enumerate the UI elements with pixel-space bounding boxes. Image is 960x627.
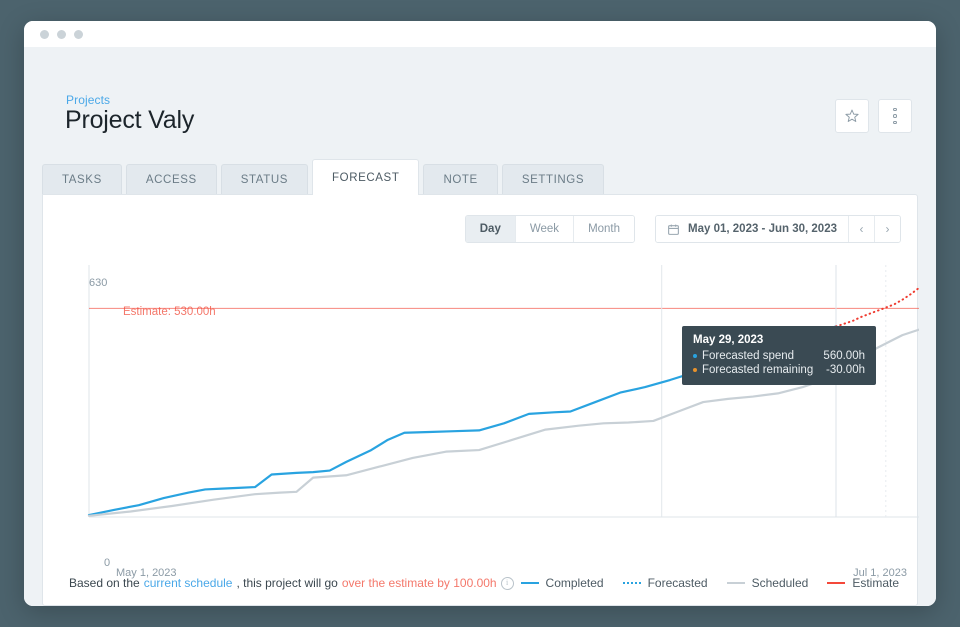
legend-label-forecasted: Forecasted <box>647 576 708 590</box>
note-prefix: Based on the <box>69 576 140 590</box>
info-icon[interactable]: i <box>500 576 514 590</box>
legend-label-scheduled: Scheduled <box>751 576 809 590</box>
series-forecasted <box>835 286 919 328</box>
date-range-picker: May 01, 2023 - Jun 30, 2023 ‹ › <box>655 215 901 243</box>
granularity-week[interactable]: Week <box>515 216 575 242</box>
app-window: Projects Project Valy TASKS ACCESS STATU… <box>24 21 936 606</box>
legend-swatch-scheduled <box>726 582 745 584</box>
tooltip-label-spend: Forecasted spend <box>702 350 795 362</box>
date-range-text: May 01, 2023 - Jun 30, 2023 <box>688 223 837 235</box>
tooltip-value-remaining: -30.00h <box>825 364 865 376</box>
granularity-selector: Day Week Month <box>464 215 636 243</box>
tooltip-dot-remaining <box>693 368 697 372</box>
note-schedule-link[interactable]: current schedule <box>144 576 233 590</box>
legend-label-completed: Completed <box>545 576 604 590</box>
more-menu-button[interactable] <box>878 99 912 133</box>
kebab-menu-icon <box>893 107 897 125</box>
legend-item-scheduled[interactable]: Scheduled <box>726 576 809 590</box>
note-middle: , this project will go <box>236 576 338 590</box>
legend-item-completed[interactable]: Completed <box>520 576 604 590</box>
note-warning: over the estimate by 100.00h <box>341 576 497 590</box>
granularity-day[interactable]: Day <box>465 216 516 242</box>
tab-status[interactable]: STATUS <box>220 164 309 195</box>
legend-swatch-estimate <box>827 582 846 584</box>
chart-tooltip: May 29, 2023 Forecasted spend 560.00h Fo… <box>682 326 876 385</box>
breadcrumb[interactable]: Projects <box>66 93 110 107</box>
window-dot-minimize[interactable] <box>57 29 66 39</box>
tab-settings[interactable]: SETTINGS <box>501 164 605 195</box>
window-dot-maximize[interactable] <box>74 29 83 39</box>
chart-legend: Completed Forecasted Scheduled Estimate <box>520 576 899 590</box>
legend-label-estimate: Estimate <box>852 576 899 590</box>
legend-swatch-forecasted <box>622 582 641 584</box>
chart-toolbar: Day Week Month May 01, 2023 - Jun 30, 20… <box>464 215 901 243</box>
date-prev-button[interactable]: ‹ <box>849 216 875 242</box>
forecast-chart[interactable] <box>43 255 919 545</box>
star-icon <box>845 109 859 122</box>
calendar-icon <box>668 224 679 235</box>
tooltip-value-spend: 560.00h <box>823 350 865 362</box>
tooltip-dot-spend <box>693 354 697 358</box>
tooltip-row-remaining: Forecasted remaining -30.00h <box>693 364 865 376</box>
forecast-note: Based on the current schedule, this proj… <box>69 576 514 590</box>
tab-tasks[interactable]: TASKS <box>42 164 122 195</box>
date-next-button[interactable]: › <box>875 216 900 242</box>
panel-footer: Based on the current schedule, this proj… <box>43 561 917 605</box>
tab-forecast[interactable]: FORECAST <box>312 159 420 195</box>
header-actions <box>835 99 912 133</box>
tab-bar: TASKS ACCESS STATUS FORECAST NOTE SETTIN… <box>42 159 605 195</box>
window-titlebar <box>24 21 936 47</box>
date-range-button[interactable]: May 01, 2023 - Jun 30, 2023 <box>656 216 849 242</box>
page-title: Project Valy <box>65 106 195 134</box>
legend-swatch-completed <box>520 582 539 584</box>
page-content: Projects Project Valy TASKS ACCESS STATU… <box>24 47 936 606</box>
legend-item-estimate[interactable]: Estimate <box>827 576 899 590</box>
tab-access[interactable]: ACCESS <box>125 164 217 195</box>
forecast-panel: Day Week Month May 01, 2023 - Jun 30, 20… <box>42 194 919 606</box>
tooltip-label-remaining: Forecasted remaining <box>702 364 814 376</box>
granularity-month[interactable]: Month <box>574 216 635 242</box>
window-dot-close[interactable] <box>40 29 49 39</box>
tooltip-date: May 29, 2023 <box>693 334 764 346</box>
desktop-background: Projects Project Valy TASKS ACCESS STATU… <box>0 0 960 627</box>
legend-item-forecasted[interactable]: Forecasted <box>622 576 708 590</box>
favorite-button[interactable] <box>835 99 869 133</box>
tab-note[interactable]: NOTE <box>423 164 498 195</box>
tooltip-row-spend: Forecasted spend 560.00h <box>693 350 865 362</box>
